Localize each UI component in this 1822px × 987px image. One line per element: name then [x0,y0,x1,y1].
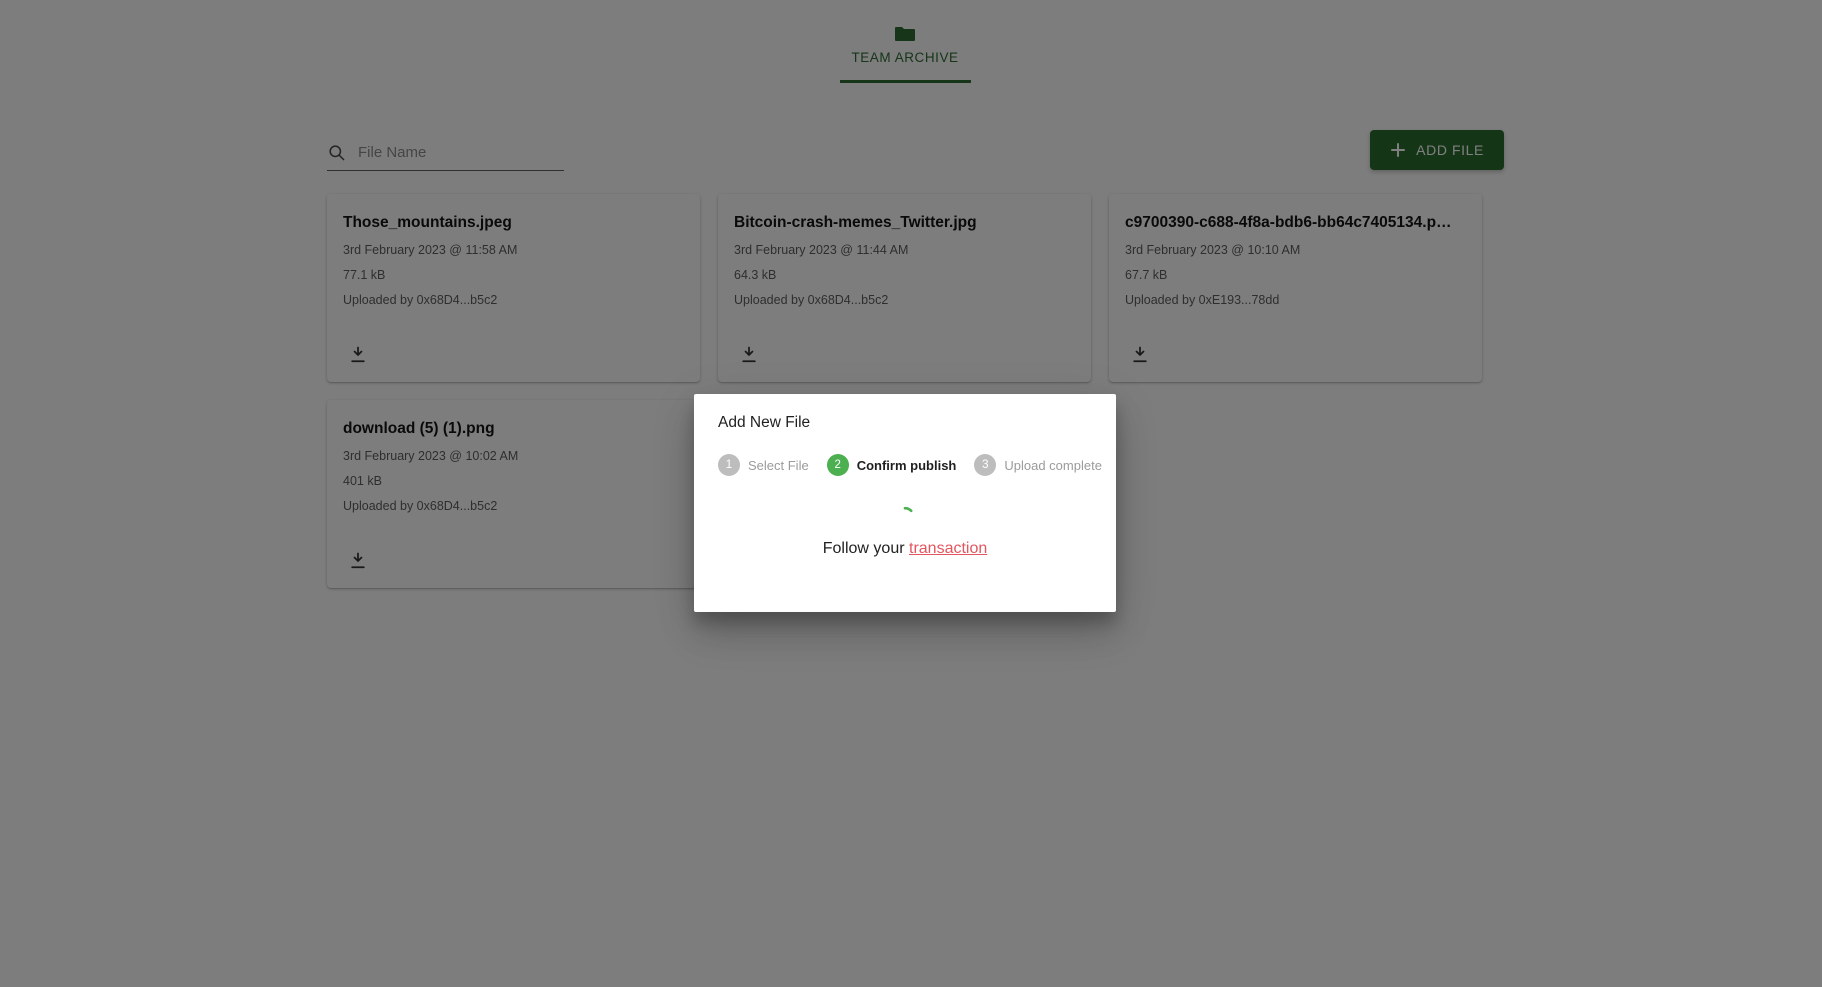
app-root: TEAM ARCHIVE [0,0,1822,987]
transaction-link[interactable]: transaction [909,540,987,557]
step-number: 1 [718,454,740,476]
step-confirm-publish[interactable]: 2 Confirm publish [826,454,957,476]
upload-stepper: 1 Select File 2 Confirm publish 3 Upload… [718,454,1102,476]
step-label: Confirm publish [856,457,957,473]
step-number: 2 [826,454,849,476]
dialog-body: Follow your transaction [718,506,1092,558]
step-upload-complete[interactable]: 3 Upload complete [974,454,1102,476]
step-select-file[interactable]: 1 Select File [718,454,809,476]
follow-label: Follow your [822,540,905,557]
follow-transaction-text: Follow your transaction [823,540,988,558]
dialog-title: Add New File [718,414,811,431]
loading-spinner-icon [894,506,916,528]
add-new-file-dialog: Add New File 1 Select File 2 Confirm pub… [694,394,1116,612]
step-label: Select File [748,457,809,473]
step-number: 3 [974,454,997,476]
step-label: Upload complete [1004,457,1102,473]
